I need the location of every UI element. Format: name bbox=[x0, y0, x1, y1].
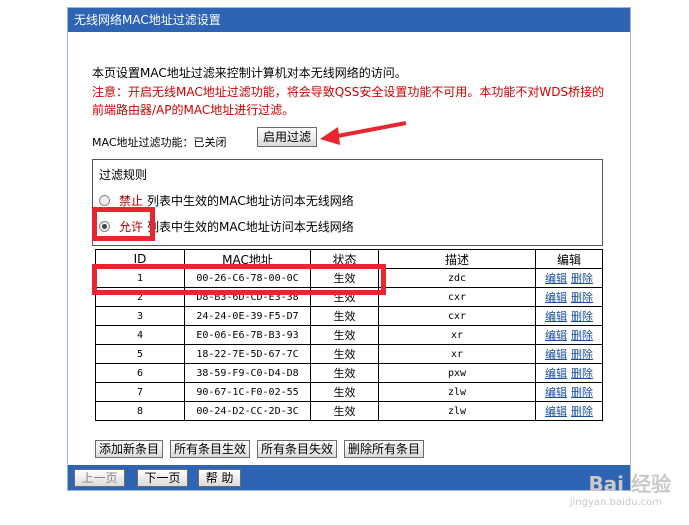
row-desc: cxr bbox=[378, 287, 536, 307]
delete-link[interactable]: 删除 bbox=[571, 272, 593, 285]
annotation-arrow-icon bbox=[320, 121, 407, 145]
page-title: 无线网络MAC地址过滤设置 bbox=[68, 8, 630, 32]
row-id: 3 bbox=[95, 306, 185, 326]
row-desc: cxr bbox=[378, 306, 536, 326]
col-desc: 描述 bbox=[378, 249, 536, 269]
row-desc: zlw bbox=[378, 382, 536, 402]
edit-link[interactable]: 编辑 bbox=[545, 405, 567, 418]
row-id: 4 bbox=[95, 325, 185, 345]
row-id: 7 bbox=[95, 382, 185, 402]
delete-link[interactable]: 删除 bbox=[571, 386, 593, 399]
delete-link[interactable]: 删除 bbox=[571, 348, 593, 361]
next-page-button[interactable]: 下一页 bbox=[137, 469, 188, 487]
delete-link[interactable]: 删除 bbox=[571, 405, 593, 418]
row-status: 生效 bbox=[310, 306, 379, 326]
row-mac: 38-59-F9-C0-D4-D8 bbox=[184, 363, 311, 383]
edit-link[interactable]: 编辑 bbox=[545, 272, 567, 285]
delete-all-button[interactable]: 删除所有条目 bbox=[344, 440, 425, 458]
deny-text: 列表中生效的MAC地址访问本无线网络 bbox=[147, 194, 354, 208]
edit-link[interactable]: 编辑 bbox=[545, 348, 567, 361]
row-actions: 编辑 删除 bbox=[535, 344, 603, 364]
enable-filter-button[interactable]: 启用过滤 bbox=[257, 127, 317, 147]
settings-panel: 无线网络MAC地址过滤设置 本页设置MAC地址过滤来控制计算机对本无线网络的访问… bbox=[67, 7, 631, 491]
watermark-logo: Bai 经验 bbox=[588, 472, 671, 496]
edit-link[interactable]: 编辑 bbox=[545, 310, 567, 323]
enable-all-button[interactable]: 所有条目生效 bbox=[170, 440, 251, 458]
table-row: 3 24-24-0E-39-F5-D7 生效 cxr 编辑 删除 bbox=[95, 306, 603, 326]
delete-link[interactable]: 删除 bbox=[571, 291, 593, 304]
edit-link[interactable]: 编辑 bbox=[545, 329, 567, 342]
row-desc: zdc bbox=[378, 268, 536, 288]
row-status: 生效 bbox=[310, 325, 379, 345]
row-status: 生效 bbox=[310, 363, 379, 383]
row-mac: 24-24-0E-39-F5-D7 bbox=[184, 306, 311, 326]
table-row: 4 E0-06-E6-7B-B3-93 生效 xr 编辑 删除 bbox=[95, 325, 603, 345]
table-row: 6 38-59-F9-C0-D4-D8 生效 pxw 编辑 删除 bbox=[95, 363, 603, 383]
edit-link[interactable]: 编辑 bbox=[545, 367, 567, 380]
delete-link[interactable]: 删除 bbox=[571, 310, 593, 323]
filter-rules-title: 过滤规则 bbox=[99, 168, 148, 182]
row-id: 8 bbox=[95, 401, 185, 421]
row-status: 生效 bbox=[310, 382, 379, 402]
edit-link[interactable]: 编辑 bbox=[545, 291, 567, 304]
filter-status-value: 已关闭 bbox=[193, 136, 227, 149]
row-desc: zlw bbox=[378, 401, 536, 421]
row-actions: 编辑 删除 bbox=[535, 363, 603, 383]
row-mac: 00-24-D2-CC-2D-3C bbox=[184, 401, 311, 421]
row-desc: xr bbox=[378, 325, 536, 345]
intro-text: 本页设置MAC地址过滤来控制计算机对本无线网络的访问。 bbox=[92, 66, 407, 80]
row-actions: 编辑 删除 bbox=[535, 268, 603, 288]
row-highlight-box bbox=[92, 264, 386, 295]
action-buttons: 添加新条目 所有条目生效 所有条目失效 删除所有条目 bbox=[95, 440, 425, 458]
row-mac: 18-22-7E-5D-67-7C bbox=[184, 344, 311, 364]
disable-all-button[interactable]: 所有条目失效 bbox=[257, 440, 338, 458]
nav-bar: 上一页 下一页 帮 助 bbox=[68, 465, 630, 490]
row-desc: xr bbox=[378, 344, 536, 364]
prev-page-button[interactable]: 上一页 bbox=[74, 469, 125, 487]
deny-radio[interactable] bbox=[99, 195, 110, 206]
row-actions: 编辑 删除 bbox=[535, 325, 603, 345]
delete-link[interactable]: 删除 bbox=[571, 367, 593, 380]
edit-link[interactable]: 编辑 bbox=[545, 386, 567, 399]
row-id: 5 bbox=[95, 344, 185, 364]
allow-highlight-box bbox=[92, 207, 155, 241]
delete-link[interactable]: 删除 bbox=[571, 329, 593, 342]
filter-rules-group: 过滤规则 禁止 列表中生效的MAC地址访问本无线网络 允许 列表中生效的MAC地… bbox=[92, 159, 603, 246]
row-status: 生效 bbox=[310, 344, 379, 364]
row-actions: 编辑 删除 bbox=[535, 401, 603, 421]
row-mac: E0-06-E6-7B-B3-93 bbox=[184, 325, 311, 345]
watermark-url: jingyan.baidu.com bbox=[569, 497, 662, 508]
row-actions: 编辑 删除 bbox=[535, 287, 603, 307]
add-entry-button[interactable]: 添加新条目 bbox=[95, 440, 164, 458]
table-row: 8 00-24-D2-CC-2D-3C 生效 zlw 编辑 删除 bbox=[95, 401, 603, 421]
row-desc: pxw bbox=[378, 363, 536, 383]
row-actions: 编辑 删除 bbox=[535, 306, 603, 326]
table-row: 5 18-22-7E-5D-67-7C 生效 xr 编辑 删除 bbox=[95, 344, 603, 364]
row-status: 生效 bbox=[310, 401, 379, 421]
table-row: 7 90-67-1C-F0-02-55 生效 zlw 编辑 删除 bbox=[95, 382, 603, 402]
filter-status-label: MAC地址过滤功能： bbox=[92, 136, 194, 149]
row-id: 6 bbox=[95, 363, 185, 383]
row-mac: 90-67-1C-F0-02-55 bbox=[184, 382, 311, 402]
filter-status: MAC地址过滤功能：已关闭 bbox=[92, 134, 227, 150]
help-button[interactable]: 帮 助 bbox=[198, 469, 241, 487]
row-actions: 编辑 删除 bbox=[535, 382, 603, 402]
col-edit: 编辑 bbox=[535, 249, 603, 269]
allow-text: 列表中生效的MAC地址访问本无线网络 bbox=[147, 220, 354, 234]
warning-note: 注意：开启无线MAC地址过滤功能，将会导致QSS安全设置功能不可用。本功能不对W… bbox=[92, 85, 605, 117]
